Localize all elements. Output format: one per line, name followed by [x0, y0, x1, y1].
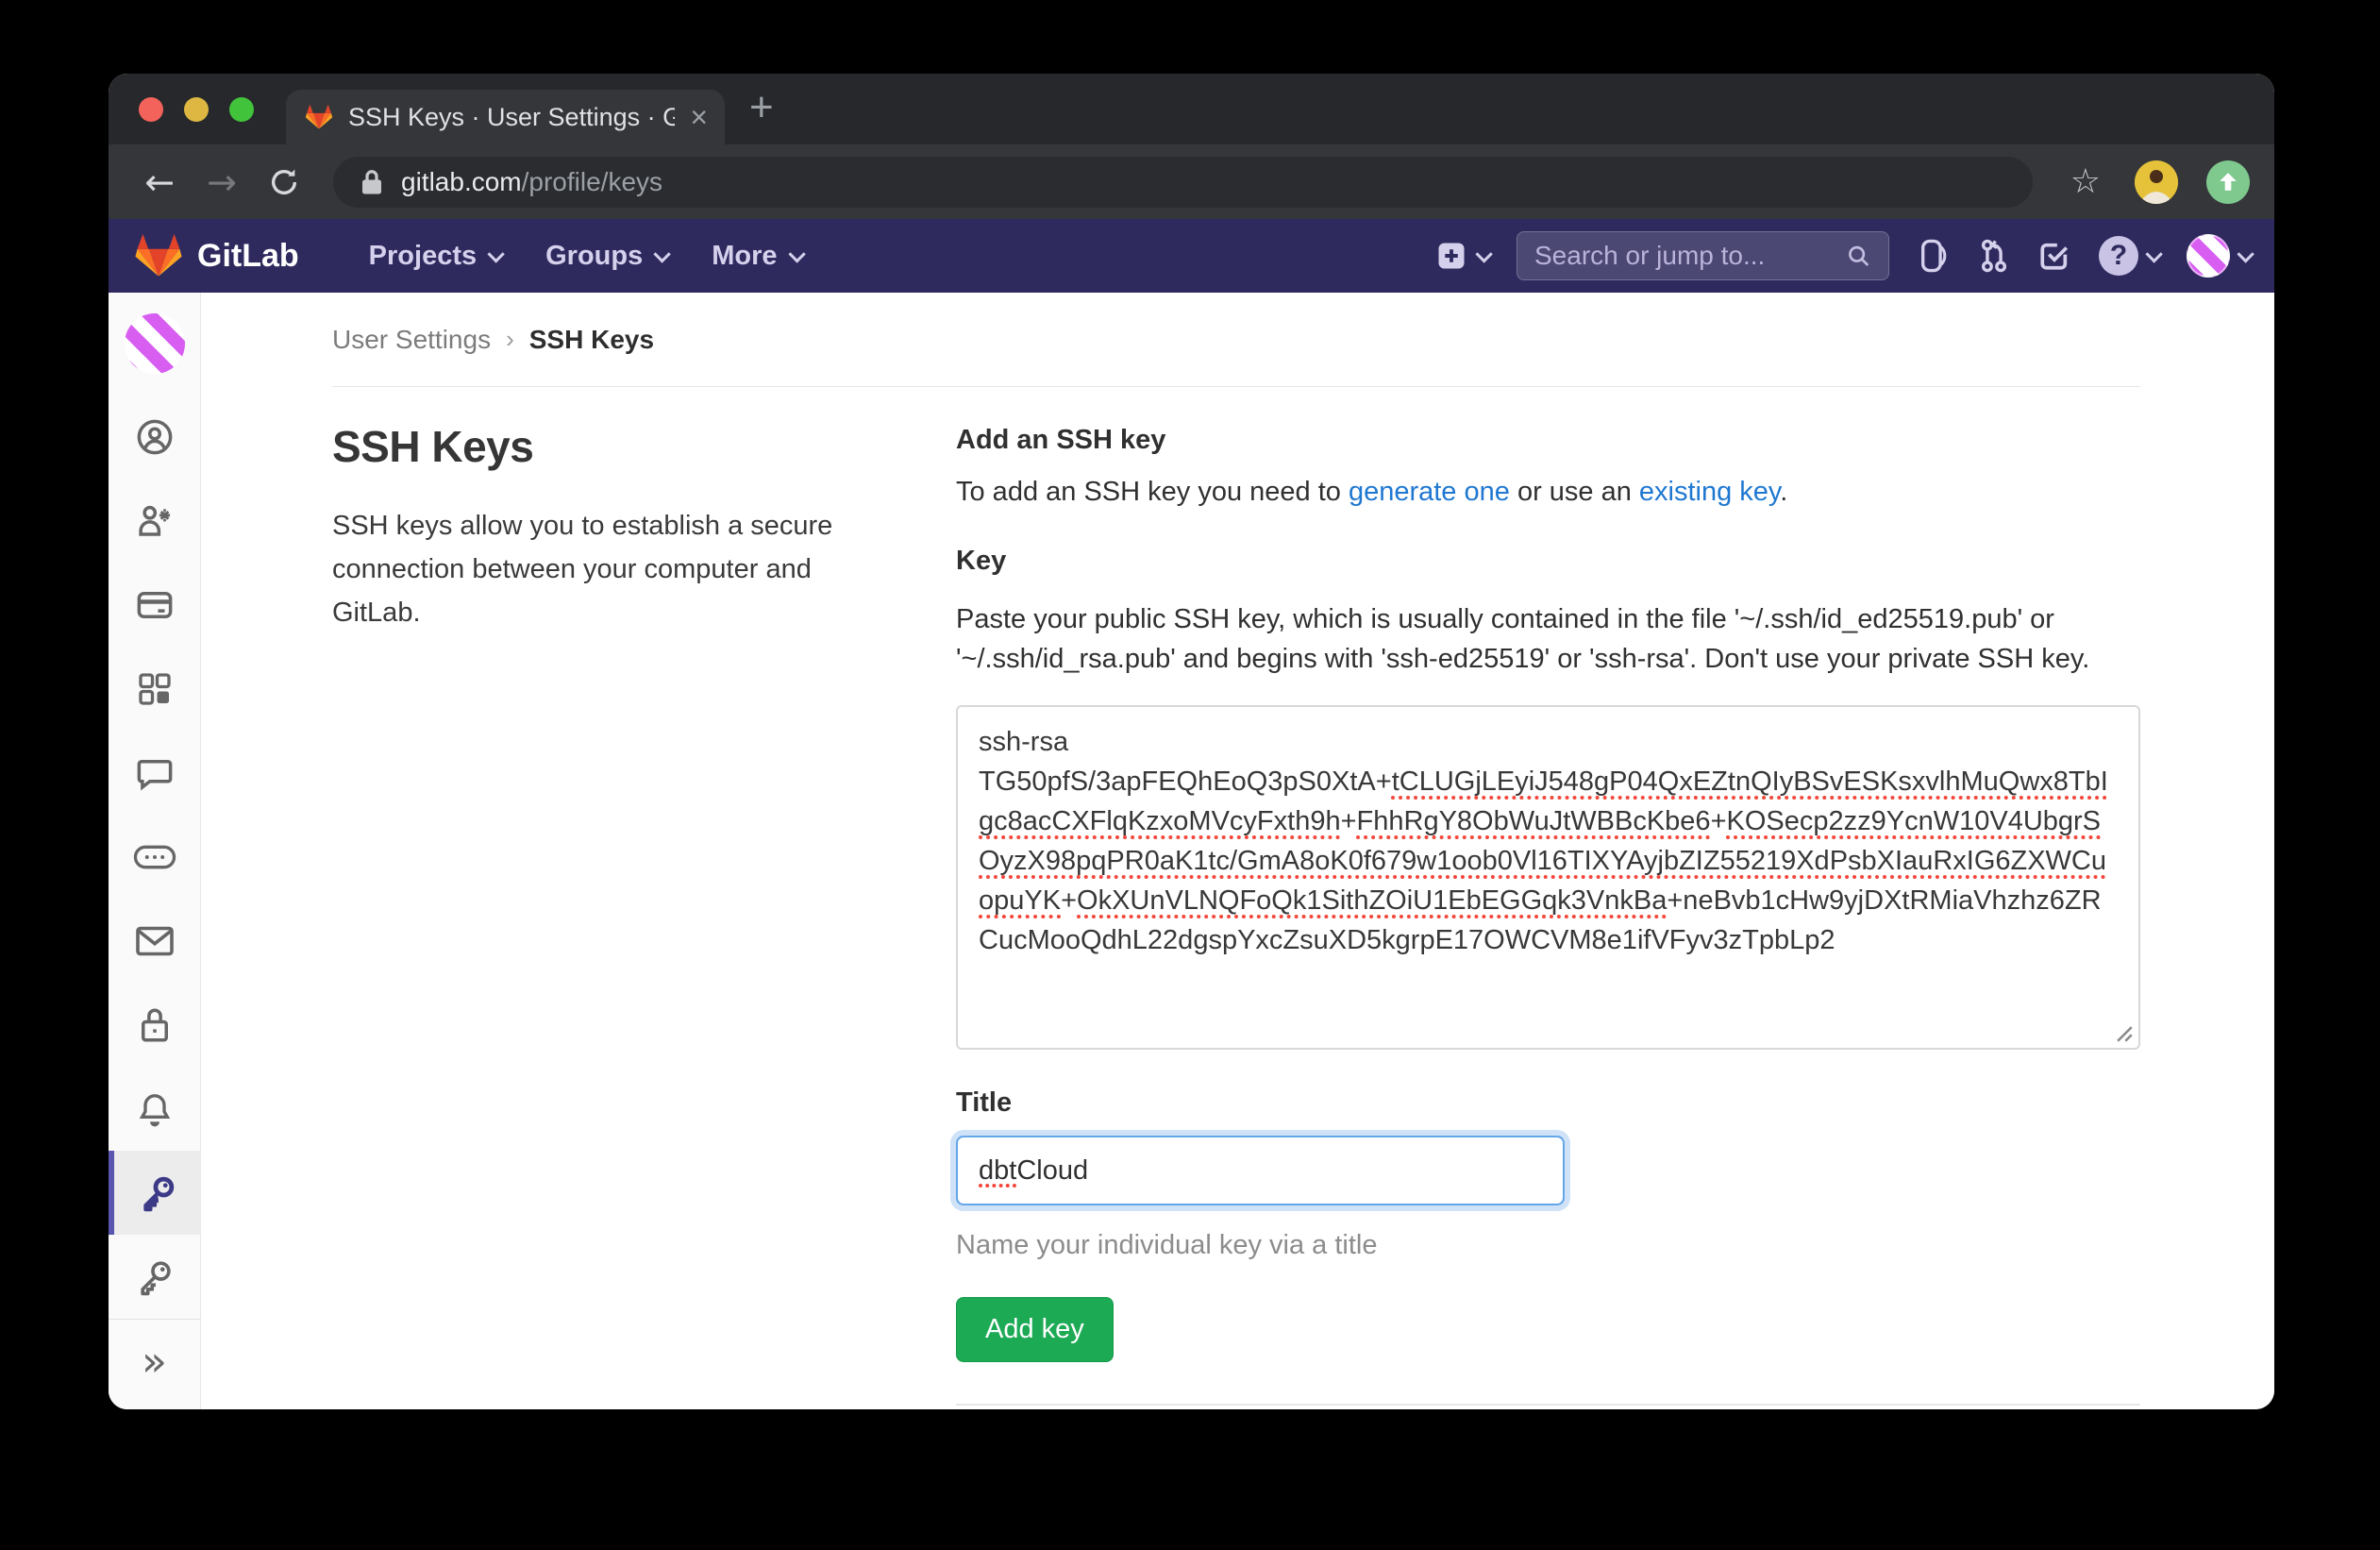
sidebar-item-password[interactable] [109, 983, 201, 1067]
forward-button[interactable]: → [195, 156, 248, 209]
resize-handle-icon[interactable] [2110, 1019, 2135, 1044]
plus-square-icon [1434, 239, 1468, 273]
breadcrumb-user-settings[interactable]: User Settings [332, 325, 491, 355]
search-box[interactable] [1517, 231, 1889, 280]
issues-button[interactable] [1918, 237, 1950, 275]
todo-check-icon [2038, 240, 2070, 272]
generate-one-link[interactable]: generate one [1349, 477, 1510, 507]
bookmark-star-icon[interactable]: ☆ [2055, 162, 2116, 201]
breadcrumb-ssh-keys: SSH Keys [529, 325, 654, 355]
search-icon [1846, 242, 1871, 270]
chevron-down-icon [788, 245, 805, 262]
new-tab-button[interactable]: + [725, 84, 774, 144]
ssh-key-icon [137, 1172, 178, 1214]
tab-strip: SSH Keys · User Settings · GitL × + [109, 74, 2274, 144]
existing-key-link[interactable]: existing key [1639, 477, 1780, 507]
sidebar-item-gpg-keys[interactable] [109, 1235, 201, 1319]
sidebar-item-ssh-keys[interactable] [109, 1151, 201, 1235]
chevron-down-icon [488, 245, 505, 262]
breadcrumb: User Settings › SSH Keys [332, 293, 2140, 387]
add-ssh-key-heading: Add an SSH key [956, 425, 2140, 456]
main-content: User Settings › SSH Keys SSH Keys SSH ke… [201, 293, 2274, 1409]
sidebar-item-emails[interactable] [109, 899, 201, 983]
chat-bubble-icon [135, 753, 175, 793]
url-bar[interactable]: gitlab.com/profile/keys [333, 157, 2033, 208]
browser-profile-avatar[interactable] [2135, 160, 2178, 204]
reload-button[interactable] [258, 156, 310, 209]
credit-card-icon [134, 585, 176, 625]
help-icon: ? [2099, 236, 2138, 276]
user-avatar [2187, 234, 2230, 278]
chevron-down-icon [654, 245, 671, 262]
sidebar-item-access-tokens[interactable] [109, 815, 201, 899]
section-divider [956, 1404, 2140, 1406]
key-textarea[interactable]: ssh-rsa TG50pfS/3apFEQhEoQ3pS0XtA+tCLUGj… [956, 705, 2140, 1050]
breadcrumb-separator: › [506, 325, 514, 354]
nav-more[interactable]: More [712, 241, 800, 272]
back-button[interactable]: ← [133, 156, 186, 209]
lock-icon [360, 168, 384, 196]
window-controls [109, 97, 286, 144]
browser-toolbar: ← → gitlab.com/profile/keys ☆ [109, 144, 2274, 219]
profile-icon [135, 417, 175, 457]
add-key-button[interactable]: Add key [956, 1297, 1114, 1362]
title-help-text: Name your individual key via a title [956, 1230, 2140, 1261]
sidebar-item-notifications[interactable] [109, 1067, 201, 1151]
sidebar-collapse-button[interactable]: » [109, 1320, 201, 1404]
applications-grid-icon [136, 670, 174, 708]
tab-title: SSH Keys · User Settings · GitL [348, 103, 675, 132]
add-ssh-key-intro: To add an SSH key you need to generate o… [956, 477, 2140, 508]
zoom-window-button[interactable] [229, 97, 254, 122]
new-menu-button[interactable] [1434, 239, 1488, 273]
minimize-window-button[interactable] [184, 97, 209, 122]
envelope-icon [134, 924, 176, 958]
nav-projects[interactable]: Projects [369, 241, 500, 272]
token-pill-icon [133, 843, 176, 871]
collapse-chevrons-icon: » [142, 1338, 167, 1386]
search-input[interactable] [1534, 241, 1833, 271]
gitlab-favicon-icon [305, 103, 333, 131]
merge-requests-button[interactable] [1978, 237, 2010, 275]
gitlab-tanuki-icon [133, 231, 184, 280]
title-label: Title [956, 1087, 2140, 1119]
bell-icon [136, 1089, 174, 1129]
browser-update-icon[interactable] [2206, 160, 2250, 204]
sidebar-user-avatar [125, 313, 185, 374]
tab-close-icon[interactable]: × [690, 102, 708, 132]
browser-tab[interactable]: SSH Keys · User Settings · GitL × [286, 90, 725, 144]
sidebar-item-chat[interactable] [109, 731, 201, 815]
settings-sidebar: » [109, 293, 201, 1409]
gitlab-logo[interactable]: GitLab [133, 231, 299, 280]
sidebar-item-account[interactable] [109, 479, 201, 563]
gitlab-navbar: GitLab Projects Groups More [109, 219, 2274, 293]
brand-name: GitLab [197, 238, 299, 275]
chevron-down-icon [2145, 245, 2162, 262]
lock-icon [137, 1005, 173, 1045]
account-gear-icon [135, 501, 175, 541]
sidebar-item-billing[interactable] [109, 563, 201, 647]
page-title: SSH Keys [332, 421, 898, 472]
sidebar-item-profile[interactable] [109, 395, 201, 479]
browser-window: SSH Keys · User Settings · GitL × + ← → … [109, 74, 2274, 1409]
user-menu-button[interactable] [2187, 234, 2250, 278]
title-input[interactable]: dbt Cloud [956, 1136, 1565, 1205]
page-description: SSH keys allow you to establish a secure… [332, 504, 898, 634]
merge-request-icon [1978, 237, 2010, 275]
help-menu-button[interactable]: ? [2099, 236, 2158, 276]
chevron-down-icon [2237, 245, 2254, 262]
url-path: /profile/keys [522, 167, 662, 196]
key-help-text: Paste your public SSH key, which is usua… [956, 599, 2140, 679]
nav-groups[interactable]: Groups [545, 241, 666, 272]
key-label: Key [956, 546, 2140, 577]
url-host: gitlab.com [401, 167, 522, 196]
url-text: gitlab.com/profile/keys [401, 167, 662, 197]
close-window-button[interactable] [139, 97, 163, 122]
todos-button[interactable] [2038, 240, 2070, 272]
issues-icon [1918, 237, 1950, 275]
sidebar-item-applications[interactable] [109, 647, 201, 731]
chevron-down-icon [1475, 245, 1492, 262]
gpg-key-icon [134, 1256, 176, 1298]
